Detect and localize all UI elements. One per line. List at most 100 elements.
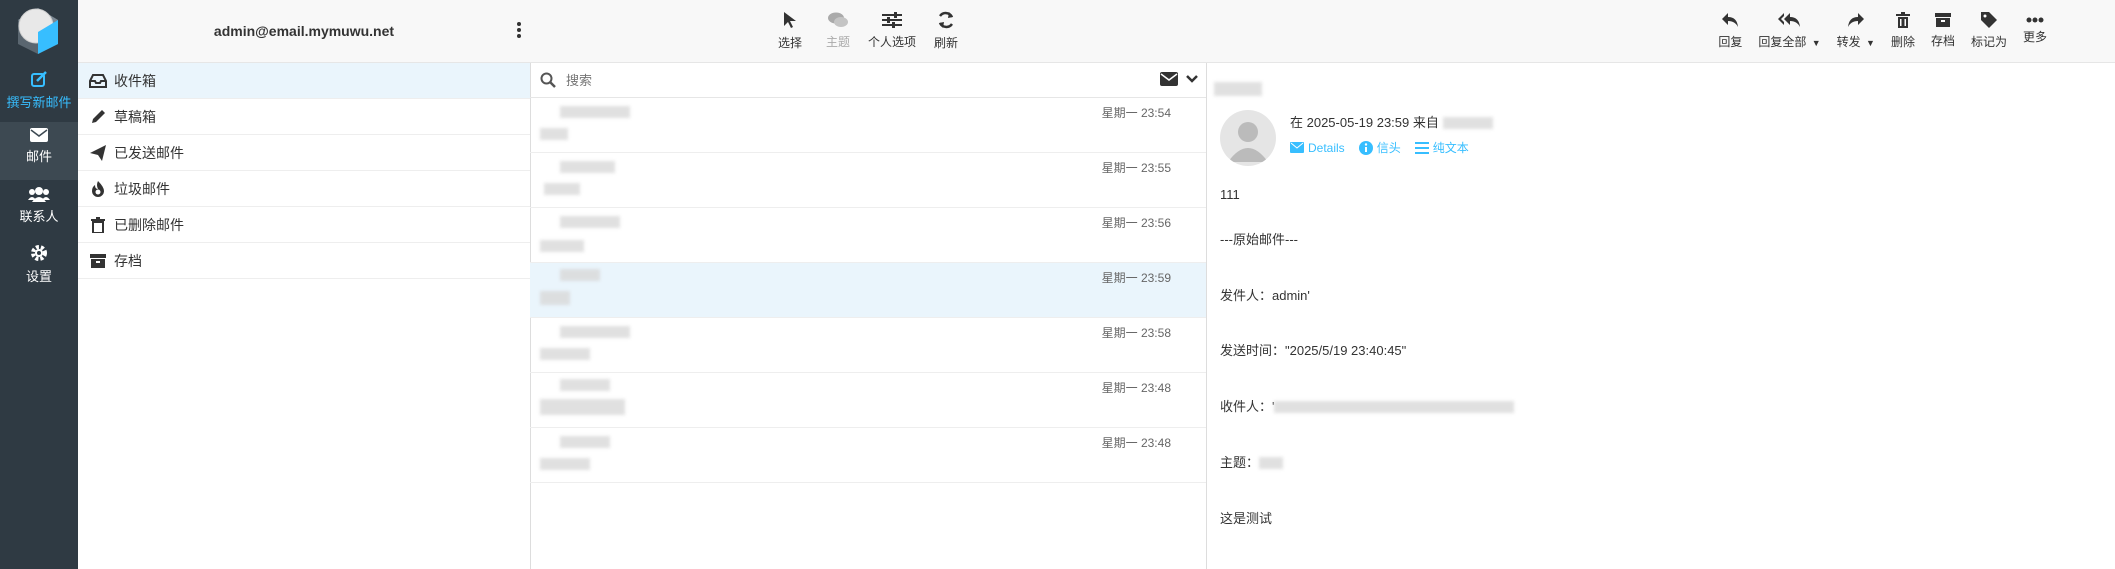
- reading-pane: 回复 回复全部 ▼ 转发 ▼ 删除 存档 标记为 更多 在 2025-05-19…: [1206, 0, 2115, 569]
- reply-all-label: 回复全部: [1758, 35, 1807, 49]
- message-toolbar: 回复 回复全部 ▼ 转发 ▼ 删除 存档 标记为 更多: [1206, 0, 2115, 63]
- account-email: admin@email.mymuwu.net: [213, 23, 395, 39]
- message-list-pane: 选择 主题 个人选项 刷新 星期一 23:54 星期一 23:55: [530, 0, 1207, 569]
- more-button[interactable]: 更多: [2015, 0, 2055, 62]
- more-label: 更多: [2022, 30, 2047, 44]
- forward-button[interactable]: 转发 ▼: [1829, 0, 1883, 62]
- trash-icon: [1895, 12, 1910, 28]
- envelope-icon: [1290, 142, 1304, 153]
- envelope-icon: [30, 128, 48, 142]
- account-header: admin@email.mymuwu.net: [78, 0, 530, 63]
- message-date: 星期一 23:54: [1101, 106, 1171, 120]
- reply-label: 回复: [1718, 35, 1743, 49]
- message-header-info: 在 2025-05-19 23:59 来自 Details 信头 纯文本: [1290, 112, 1493, 156]
- plain-text-link[interactable]: 纯文本: [1414, 139, 1469, 156]
- folder-label: 垃圾邮件: [114, 180, 170, 197]
- message-date: 星期一 23:58: [1101, 326, 1171, 340]
- compose-icon: [31, 71, 47, 87]
- folder-label: 收件箱: [114, 72, 156, 89]
- mark-button[interactable]: 标记为: [1963, 0, 2015, 62]
- search-input[interactable]: [564, 71, 1108, 89]
- paper-plane-icon: [88, 144, 108, 161]
- archive-icon: [1934, 13, 1951, 27]
- contacts-nav[interactable]: 联系人: [0, 186, 78, 225]
- refresh-label: 刷新: [933, 36, 958, 50]
- message-date: 星期一 23:48: [1101, 381, 1171, 395]
- body-text: 这是测试: [1220, 511, 1273, 526]
- comments-icon: [828, 12, 848, 27]
- contacts-label: 联系人: [19, 209, 59, 224]
- compose-button[interactable]: 撰写新邮件: [0, 70, 78, 111]
- details-link[interactable]: Details: [1290, 139, 1345, 156]
- delete-button[interactable]: 删除: [1883, 0, 1923, 62]
- body-subject: 主题：: [1220, 452, 1284, 471]
- caret-down-icon[interactable]: ▼: [1812, 38, 1821, 48]
- folder-junk[interactable]: 垃圾邮件: [78, 171, 530, 207]
- folder-trash[interactable]: 已删除邮件: [78, 207, 530, 243]
- search-bar: [530, 63, 1206, 98]
- reply-all-icon: [1777, 13, 1800, 27]
- inbox-icon: [88, 73, 108, 88]
- list-options-button[interactable]: 个人选项: [862, 0, 922, 62]
- message-item[interactable]: 星期一 23:48: [530, 373, 1206, 428]
- users-icon: [28, 187, 50, 202]
- folder-label: 已删除邮件: [114, 216, 184, 233]
- message-item[interactable]: 星期一 23:48: [530, 428, 1206, 483]
- folder-pane: admin@email.mymuwu.net 收件箱 草稿箱 已发送邮件 垃圾邮…: [78, 0, 531, 569]
- folder-sent[interactable]: 已发送邮件: [78, 135, 530, 171]
- delete-label: 删除: [1890, 35, 1915, 49]
- message-date: 星期一 23:56: [1101, 216, 1171, 230]
- folder-label: 草稿箱: [114, 108, 156, 125]
- body-line: 111: [1220, 187, 1240, 202]
- forward-icon: [1847, 13, 1864, 27]
- message-item[interactable]: 星期一 23:58: [530, 318, 1206, 373]
- pencil-icon: [88, 109, 108, 125]
- folder-label: 已发送邮件: [114, 144, 184, 161]
- trash-icon: [88, 216, 108, 233]
- mail-nav[interactable]: 邮件: [0, 122, 78, 180]
- archive-icon: [88, 253, 108, 268]
- settings-nav[interactable]: 设置: [0, 244, 78, 285]
- folder-label: 存档: [114, 252, 142, 269]
- message-date: 星期一 23:59: [1101, 271, 1171, 285]
- chevron-down-icon[interactable]: [1186, 72, 1198, 86]
- folder-drafts[interactable]: 草稿箱: [78, 99, 530, 135]
- message-item[interactable]: 星期一 23:55: [530, 153, 1206, 208]
- list-icon: [1414, 141, 1429, 154]
- gear-icon: [31, 245, 47, 261]
- pointer-icon: [784, 12, 796, 28]
- message-date: 星期一 23:55: [1101, 161, 1171, 175]
- forward-label: 转发: [1836, 35, 1861, 49]
- body-sent-time: 发送时间："2025/5/19 23:40:45": [1220, 343, 1407, 358]
- thread-button[interactable]: 主题: [814, 0, 862, 62]
- body-recipient: 收件人：': [1220, 396, 1515, 415]
- ellipsis-icon: [2026, 17, 2044, 23]
- reply-button[interactable]: 回复: [1710, 0, 1750, 62]
- list-options-label: 个人选项: [867, 35, 916, 49]
- logo: [14, 6, 62, 54]
- headers-link[interactable]: 信头: [1358, 139, 1401, 156]
- compose-label: 撰写新邮件: [6, 95, 72, 110]
- thread-label: 主题: [825, 35, 850, 49]
- caret-down-icon[interactable]: ▼: [1866, 38, 1875, 48]
- envelope-filter-icon[interactable]: [1160, 72, 1178, 86]
- avatar: [1220, 110, 1276, 166]
- app-rail: 撰写新邮件 邮件 联系人 设置: [0, 0, 78, 569]
- folder-menu-button[interactable]: [516, 20, 522, 40]
- select-label: 选择: [777, 36, 802, 50]
- message-item[interactable]: 星期一 23:56: [530, 208, 1206, 263]
- list-toolbar: 选择 主题 个人选项 刷新: [530, 0, 1206, 63]
- archive-button[interactable]: 存档: [1923, 0, 1963, 62]
- select-button[interactable]: 选择: [766, 0, 814, 62]
- reply-all-button[interactable]: 回复全部 ▼: [1750, 0, 1828, 62]
- info-icon: [1358, 140, 1373, 155]
- message-date: 星期一 23:48: [1101, 436, 1171, 450]
- body-separator: ---原始邮件---: [1220, 232, 1298, 247]
- message-date-from: 在 2025-05-19 23:59 来自: [1290, 115, 1439, 130]
- message-item[interactable]: 星期一 23:54: [530, 98, 1206, 153]
- folder-archive[interactable]: 存档: [78, 243, 530, 279]
- fire-icon: [88, 180, 108, 197]
- refresh-button[interactable]: 刷新: [922, 0, 970, 62]
- folder-inbox[interactable]: 收件箱: [78, 63, 530, 99]
- message-item-selected[interactable]: 星期一 23:59: [530, 263, 1206, 318]
